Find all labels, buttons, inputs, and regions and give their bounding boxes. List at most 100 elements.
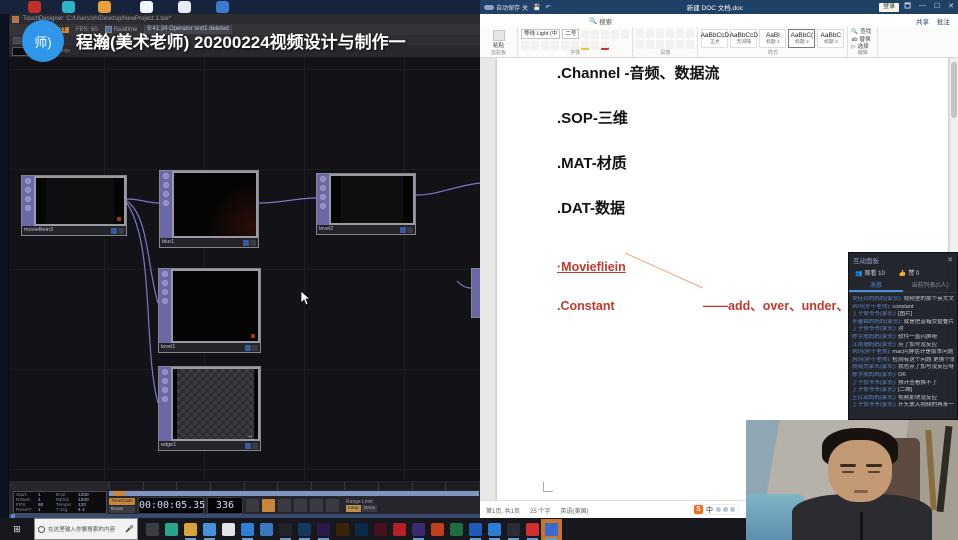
playhead[interactable] — [113, 491, 125, 496]
taskbar-icon-photoshop[interactable] — [298, 523, 311, 536]
paragraph-icon[interactable] — [646, 29, 654, 38]
style-entry[interactable]: AaBbCcD 无间隔 — [730, 29, 757, 48]
ribbon-options-icon[interactable]: 🗖 — [904, 2, 911, 13]
network-editor[interactable]: moviefilein3 blur1 — [9, 57, 481, 494]
transport-button[interactable] — [310, 499, 323, 512]
desktop-icon-mascot-app[interactable] — [98, 1, 111, 13]
login-button[interactable]: 登录 — [879, 3, 899, 12]
font-tool-icon[interactable] — [611, 30, 619, 39]
sogou-ime-bar[interactable]: S 中 — [690, 504, 739, 515]
node-flag-buttons[interactable] — [400, 227, 413, 233]
paragraph-icon[interactable] — [686, 29, 694, 38]
sogou-logo-icon[interactable]: S — [694, 505, 703, 514]
node-flag-buttons[interactable] — [245, 345, 258, 351]
paste-label[interactable]: 粘贴 — [493, 41, 504, 49]
autosave-toggle[interactable]: 自动保存关 — [484, 3, 528, 12]
transport-button[interactable] — [326, 499, 339, 512]
language-indicator[interactable]: 英语(美国) — [560, 506, 588, 515]
comments-button[interactable]: 批注 — [937, 16, 950, 26]
minimize-button[interactable]: — — [919, 2, 926, 13]
taskbar-icon-capture-app[interactable] — [507, 523, 520, 536]
desktop-icon-qq[interactable] — [140, 1, 153, 13]
taskbar-icon-excel[interactable] — [450, 523, 463, 536]
desktop-icon-white-app[interactable] — [178, 1, 191, 13]
td-node-moviefilein3[interactable]: moviefilein3 — [21, 175, 127, 236]
taskbar-icon-chrome[interactable] — [203, 523, 216, 536]
taskbar-icon-calculator[interactable] — [222, 523, 235, 536]
td-node-level1[interactable]: level1 — [158, 268, 261, 353]
paragraph-icon[interactable] — [636, 40, 644, 49]
word-titlebar[interactable]: 自动保存关 💾 ↶ 新建 DOC 文档.doc 登录 🗖 — ☐ ✕ — [480, 0, 958, 14]
paragraph-icon[interactable] — [676, 29, 684, 38]
taskbar-icon-edge[interactable] — [260, 523, 273, 536]
taskbar-icon-stream-app[interactable] — [545, 523, 558, 536]
taskbar-icon-powerpoint[interactable] — [431, 523, 444, 536]
taskbar-icon-file-explorer[interactable] — [184, 523, 197, 536]
style-entry[interactable]: AaBbC( 标题 2 — [788, 29, 815, 48]
td-node-blur1[interactable]: blur1 — [159, 170, 259, 248]
timecode-button[interactable]: TimeCode — [109, 498, 135, 505]
paragraph-icon[interactable] — [676, 40, 684, 49]
once-button[interactable]: Once — [362, 505, 377, 512]
node-viewer-flags[interactable] — [160, 171, 172, 238]
taskbar-search[interactable]: 在这里输入你要搜索的内容 🎤 — [34, 518, 138, 540]
desktop-icon-notebook-app[interactable] — [216, 1, 229, 13]
ime-mode[interactable]: 中 — [706, 505, 713, 515]
tab-viewer-list[interactable]: 当前列表(0人) — [903, 281, 957, 292]
node-viewer-flags[interactable] — [22, 176, 34, 226]
taskbar-icon-illustrator[interactable] — [336, 523, 349, 536]
paragraph-icon[interactable] — [656, 29, 664, 38]
paragraph-icon[interactable] — [666, 29, 674, 38]
style-entry[interactable]: AaBbC 标题 3 — [817, 29, 844, 48]
timeline-ruler[interactable] — [109, 482, 479, 490]
taskbar-icon-animate[interactable] — [355, 523, 368, 536]
td-node-edge1[interactable]: edge1 — [158, 366, 261, 451]
style-entry[interactable]: AaBl 标题 1 — [759, 29, 786, 48]
taskbar-icon-acrobat[interactable] — [393, 523, 406, 536]
desktop-icon-red-app[interactable] — [28, 1, 41, 13]
font-tool-icon[interactable] — [591, 30, 599, 39]
taskbar-icon-indesign[interactable] — [374, 523, 387, 536]
style-entry[interactable]: AaBbCcD 正文 — [701, 29, 728, 48]
taskbar-icon-netease[interactable] — [526, 523, 539, 536]
start-button[interactable]: ⊞ — [0, 524, 34, 535]
taskbar-icon-screenshot-tool[interactable] — [488, 523, 501, 536]
desktop-icon-media-app[interactable] — [62, 1, 75, 13]
ime-tools[interactable] — [716, 507, 735, 512]
chat-close-icon[interactable]: ✕ — [947, 256, 953, 264]
font-tool-icon[interactable] — [601, 30, 609, 39]
node-flag-buttons[interactable] — [243, 240, 256, 246]
paragraph-icon[interactable] — [646, 40, 654, 49]
search-box[interactable]: 🔍搜索 — [589, 16, 612, 26]
font-size-select[interactable]: 二号 — [562, 29, 579, 39]
td-node-level2[interactable]: level2 — [316, 173, 416, 235]
timeline-settings[interactable]: Start:1End:1200 RStart:1REnd:1200 FPS:60… — [13, 491, 107, 514]
share-button[interactable]: 共享 — [916, 16, 929, 26]
paragraph-icon[interactable] — [656, 40, 664, 49]
close-button[interactable]: ✕ — [948, 2, 954, 13]
paste-icon[interactable] — [493, 30, 505, 41]
microphone-icon[interactable]: 🎤 — [125, 525, 134, 533]
paragraph-icon[interactable] — [666, 40, 674, 49]
save-icon[interactable]: 💾 — [533, 4, 540, 11]
taskbar-icon-word[interactable] — [469, 523, 482, 536]
transport-button[interactable] — [246, 499, 259, 512]
maximize-button[interactable]: ☐ — [934, 2, 940, 13]
page-indicator[interactable]: 第1页, 共1页 — [486, 506, 520, 515]
taskbar-icon-obs[interactable] — [279, 523, 292, 536]
node-flag-buttons[interactable] — [245, 443, 258, 449]
transport-button[interactable] — [262, 499, 275, 512]
beats-button[interactable]: Beats — [109, 506, 135, 513]
editing-item[interactable]: ab 替换 — [851, 37, 871, 44]
node-viewer-flags[interactable] — [159, 269, 171, 343]
timeline-range-bar[interactable] — [109, 491, 479, 496]
paragraph-icon[interactable] — [636, 29, 644, 38]
undo-icon[interactable]: ↶ — [546, 4, 551, 11]
chat-message-list[interactable]: 吴佳玲的妈妈(家长): 视频里的那个英文文档中看珂珂(孙千老师): consta… — [849, 293, 957, 419]
transport-button[interactable] — [278, 499, 291, 512]
taskbar-icon-task-view[interactable] — [146, 523, 159, 536]
font-tool-icon[interactable] — [581, 30, 589, 39]
taskbar-icon-after-effects[interactable] — [412, 523, 425, 536]
node-flag-buttons[interactable] — [111, 228, 124, 234]
font-tool-icon[interactable] — [621, 30, 629, 39]
